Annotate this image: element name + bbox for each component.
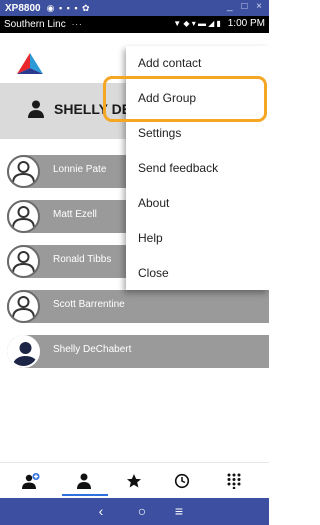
overflow-menu: Add contact Add Group Settings Send feed… <box>126 46 269 290</box>
dialpad-icon <box>227 473 241 489</box>
group-add-icon <box>22 473 40 489</box>
contact-name: Matt Ezell <box>53 209 97 220</box>
avatar-outline-icon <box>7 245 40 278</box>
star-icon <box>127 474 141 488</box>
bottom-tab-bar <box>0 462 269 498</box>
person-icon <box>28 100 44 118</box>
emulator-status-icons: ◉ ▪ ▪ ▪ ✿ <box>46 2 91 13</box>
contact-name: Shelly DeChabert <box>53 344 132 355</box>
home-button[interactable]: ○ <box>132 502 152 520</box>
avatar-outline-icon <box>7 290 40 323</box>
menu-item-about[interactable]: About <box>126 186 269 220</box>
menu-item-settings[interactable]: Settings <box>126 116 269 150</box>
system-nav-bar: ‹ ○ ≡ <box>0 498 269 525</box>
menu-button[interactable]: ≡ <box>169 502 189 520</box>
clock-icon <box>174 473 190 489</box>
avatar-outline-icon <box>7 200 40 233</box>
status-dots: ··· <box>71 20 83 29</box>
phone-screen: XP8800 ◉ ▪ ▪ ▪ ✿ _ □ × Southern Linc ···… <box>0 0 269 525</box>
status-right: ▼ ◆ ▾ ▬ ◢ ▮ 1:00 PM <box>173 18 265 29</box>
menu-item-add-contact[interactable]: Add contact <box>126 46 269 80</box>
tab-dialpad[interactable] <box>214 463 254 499</box>
tab-favorites[interactable] <box>114 463 154 499</box>
emulator-title: XP8800 <box>5 2 41 14</box>
menu-item-close[interactable]: Close <box>126 256 269 290</box>
contact-row-scott-barrentine[interactable]: Scott Barrentine <box>7 290 269 323</box>
contact-name: Scott Barrentine <box>53 299 125 310</box>
status-icons: ▼ ◆ ▾ ▬ ◢ ▮ <box>173 19 221 28</box>
avatar-outline-icon <box>7 155 40 188</box>
clock-time: 1:00 PM <box>227 18 265 29</box>
person-icon <box>77 473 91 489</box>
active-tab-indicator <box>62 494 108 496</box>
menu-item-send-feedback[interactable]: Send feedback <box>126 151 269 185</box>
app-logo <box>17 53 43 74</box>
contact-name: Lonnie Pate <box>53 164 107 175</box>
back-button[interactable]: ‹ <box>91 502 111 520</box>
menu-item-help[interactable]: Help <box>126 221 269 255</box>
menu-item-add-group[interactable]: Add Group <box>126 81 269 115</box>
contact-name: Ronald Tibbs <box>53 254 112 265</box>
contact-row-shelly-dechabert[interactable]: Shelly DeChabert <box>7 335 269 368</box>
tab-group-add[interactable] <box>12 463 52 499</box>
user-name: SHELLY DE <box>54 101 132 117</box>
window-controls[interactable]: _ □ × <box>227 1 265 12</box>
carrier-label: Southern Linc <box>4 19 66 30</box>
avatar-filled-icon <box>7 335 40 368</box>
tab-recents[interactable] <box>162 463 202 499</box>
status-bar: Southern Linc ··· ▼ ◆ ▾ ▬ ◢ ▮ 1:00 PM <box>0 16 269 33</box>
emulator-title-bar: XP8800 ◉ ▪ ▪ ▪ ✿ _ □ × <box>0 0 269 16</box>
